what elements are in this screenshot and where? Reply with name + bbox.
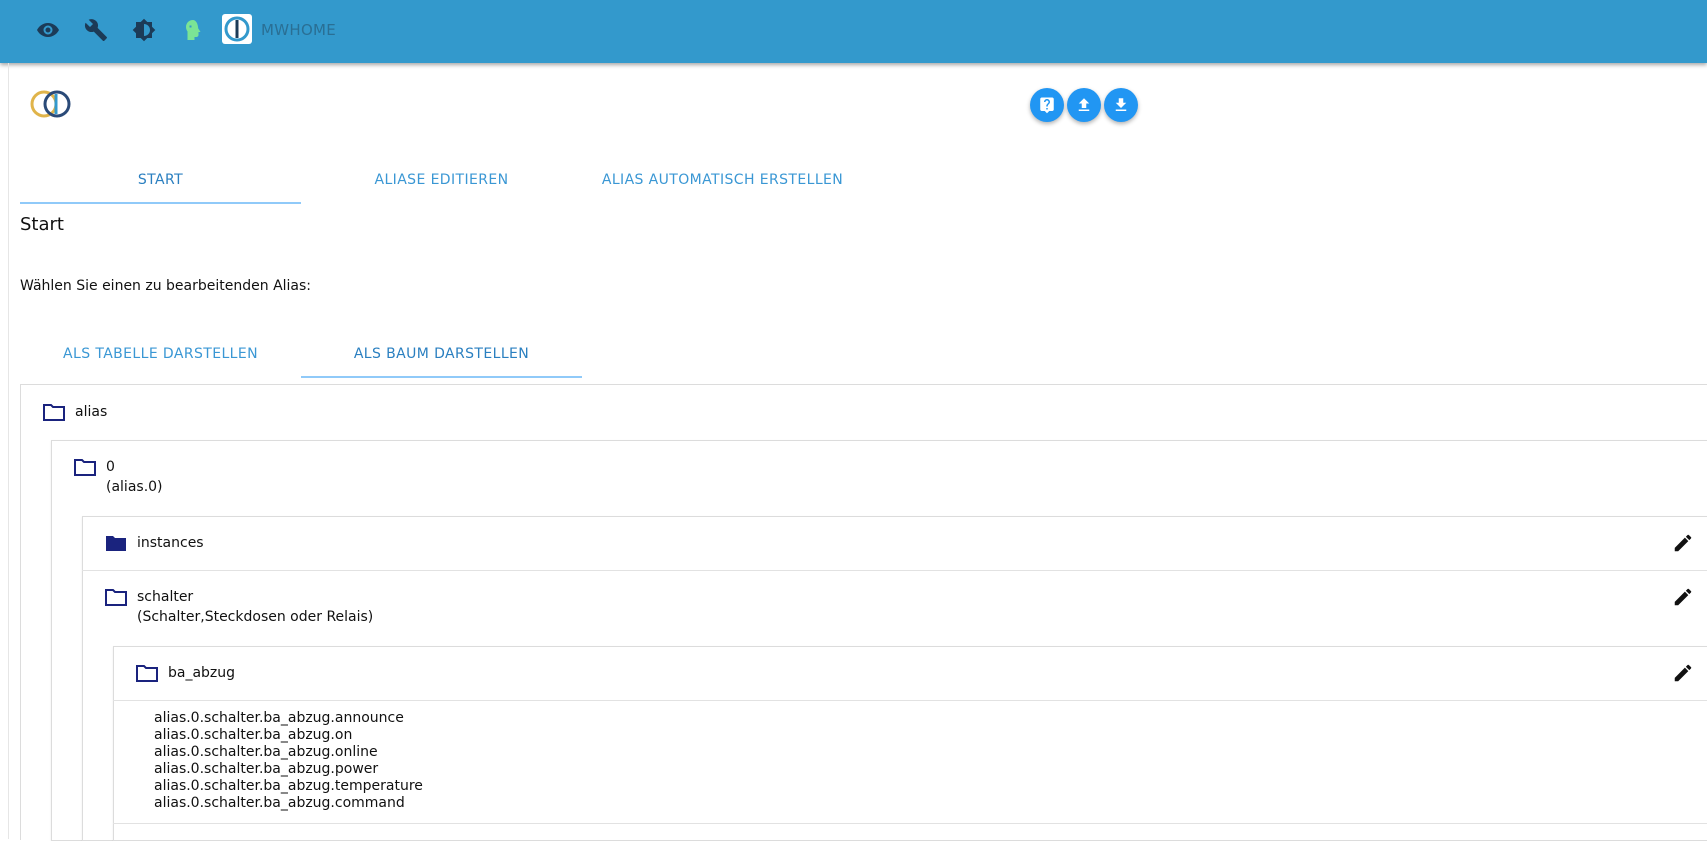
tab-alias-automatisch-erstellen[interactable]: ALIAS AUTOMATISCH ERSTELLEN	[582, 160, 863, 202]
tree-node-instances[interactable]: instances	[104, 533, 204, 553]
tree-node-schalter[interactable]: schalter (Schalter,Steckdosen oder Relai…	[104, 587, 373, 627]
download-icon	[1115, 98, 1127, 111]
tree-node-description: (Schalter,Steckdosen oder Relais)	[137, 609, 374, 625]
pencil-icon	[1674, 664, 1692, 682]
tree-node-label: ba_abzug	[168, 665, 236, 681]
tab-start[interactable]: START	[20, 160, 301, 204]
tree-node-label: 0	[106, 459, 115, 475]
state-item: alias.0.schalter.ba_abzug.on	[154, 727, 353, 743]
tree-node-ba-abzug[interactable]: ba_abzug	[135, 663, 235, 683]
tree-node-label: schalter	[137, 589, 194, 605]
help-button[interactable]	[1030, 88, 1064, 122]
brightness-icon[interactable]	[130, 16, 158, 44]
divider	[113, 700, 1707, 701]
edit-ba-abzug-button[interactable]	[1670, 660, 1696, 686]
tab-tree-view[interactable]: ALS BAUM DARSTELLEN	[301, 334, 582, 378]
alias-manager-logo	[28, 86, 74, 122]
upload-button[interactable]	[1067, 88, 1101, 122]
tree-node-label: alias	[75, 404, 108, 420]
tree-node-id: (alias.0)	[106, 479, 163, 495]
state-item: alias.0.schalter.ba_abzug.announce	[154, 710, 404, 726]
tree-node-label: instances	[137, 535, 204, 551]
tree-node-0[interactable]: 0 (alias.0)	[73, 457, 163, 497]
wrench-icon[interactable]	[82, 16, 110, 44]
state-item: alias.0.schalter.ba_abzug.command	[154, 795, 405, 811]
folder-outline-icon	[43, 404, 65, 421]
tree-node-alias[interactable]: alias	[42, 402, 107, 422]
expert-head-icon[interactable]	[178, 16, 206, 44]
state-item: alias.0.schalter.ba_abzug.online	[154, 744, 378, 760]
state-list: alias.0.schalter.ba_abzug.announce alias…	[154, 710, 423, 812]
select-alias-prompt: Wählen Sie einen zu bearbeitenden Alias:	[20, 278, 312, 294]
main-tabs: START ALIASE EDITIEREN ALIAS AUTOMATISCH…	[20, 160, 860, 204]
eye-icon[interactable]	[34, 16, 62, 44]
edit-schalter-button[interactable]	[1670, 584, 1696, 610]
divider	[82, 570, 1707, 571]
tab-aliase-editieren[interactable]: ALIASE EDITIEREN	[301, 160, 582, 202]
download-button[interactable]	[1104, 88, 1138, 122]
folder-outline-icon	[105, 589, 127, 606]
divider	[113, 823, 1707, 824]
pencil-icon	[1674, 588, 1692, 606]
upload-icon	[1078, 98, 1090, 111]
view-mode-tabs: ALS TABELLE DARSTELLEN ALS BAUM DARSTELL…	[20, 334, 590, 378]
folder-filled-icon	[106, 536, 126, 551]
iobroker-logo-icon[interactable]	[222, 14, 252, 44]
state-item: alias.0.schalter.ba_abzug.temperature	[154, 778, 423, 794]
pencil-icon	[1674, 534, 1692, 552]
tab-table-view[interactable]: ALS TABELLE DARSTELLEN	[20, 334, 301, 376]
edit-instances-button[interactable]	[1670, 530, 1696, 556]
top-app-bar: MWHOME	[0, 0, 1707, 63]
section-title: Start	[20, 214, 64, 235]
state-item: alias.0.schalter.ba_abzug.power	[154, 761, 379, 777]
instance-title: MWHOME	[261, 21, 337, 39]
help-icon	[1040, 97, 1054, 114]
folder-outline-icon	[136, 665, 158, 682]
folder-outline-icon	[74, 459, 96, 476]
